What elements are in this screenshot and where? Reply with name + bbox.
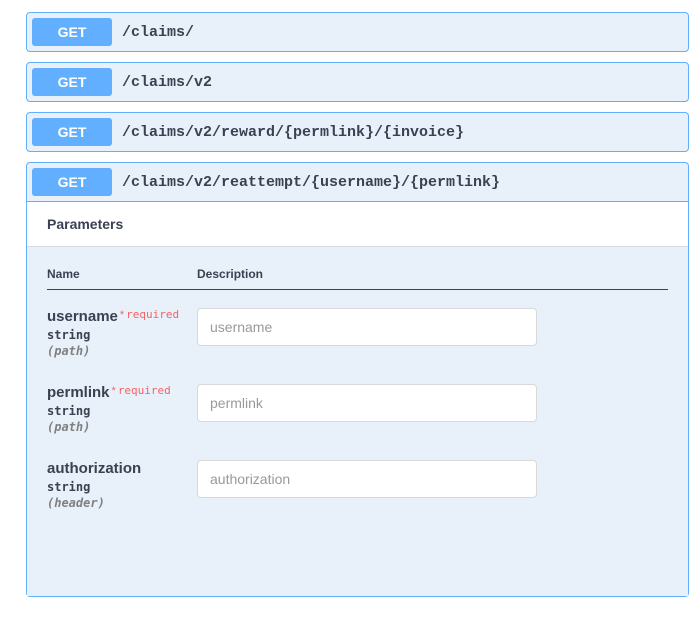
parameters-title: Parameters (27, 202, 688, 247)
endpoint-path: /claims/v2/reattempt/{username}/{permlin… (122, 174, 500, 191)
param-name: authorization (47, 460, 141, 477)
permlink-input[interactable] (197, 384, 537, 422)
param-row-username: username*required string (path) (47, 308, 668, 358)
method-badge: GET (32, 18, 112, 46)
method-badge: GET (32, 168, 112, 196)
authorization-input[interactable] (197, 460, 537, 498)
param-row-authorization: authorization string (header) (47, 460, 668, 510)
param-location: (path) (47, 420, 197, 434)
param-name: username (47, 308, 118, 325)
param-name-cell: username*required string (path) (47, 308, 197, 358)
param-name-cell: authorization string (header) (47, 460, 197, 510)
method-badge: GET (32, 118, 112, 146)
endpoint-body: Parameters Name Description username*req… (27, 201, 688, 596)
endpoint-row-claims-reward[interactable]: GET /claims/v2/reward/{permlink}/{invoic… (26, 112, 689, 152)
column-header-description: Description (197, 267, 263, 281)
param-name: permlink (47, 384, 110, 401)
required-label: required (118, 384, 171, 397)
username-input[interactable] (197, 308, 537, 346)
endpoint-row-claims[interactable]: GET /claims/ (26, 12, 689, 52)
endpoint-path: /claims/v2 (122, 74, 212, 91)
required-star-icon: * (120, 309, 124, 321)
param-location: (path) (47, 344, 197, 358)
endpoint-path: /claims/v2/reward/{permlink}/{invoice} (122, 124, 464, 141)
parameters-table-header: Name Description (47, 267, 668, 290)
endpoint-header[interactable]: GET /claims/ (27, 13, 688, 51)
endpoint-header[interactable]: GET /claims/v2 (27, 63, 688, 101)
param-type: string (47, 480, 197, 494)
param-desc-cell (197, 384, 537, 434)
param-desc-cell (197, 460, 537, 510)
required-label: required (126, 308, 179, 321)
param-desc-cell (197, 308, 537, 358)
param-type: string (47, 328, 197, 342)
endpoint-row-claims-v2[interactable]: GET /claims/v2 (26, 62, 689, 102)
endpoint-header[interactable]: GET /claims/v2/reattempt/{username}/{per… (27, 163, 688, 201)
param-row-permlink: permlink*required string (path) (47, 384, 668, 434)
endpoint-path: /claims/ (122, 24, 194, 41)
required-star-icon: * (112, 385, 116, 397)
method-badge: GET (32, 68, 112, 96)
param-location: (header) (47, 496, 197, 510)
column-header-name: Name (47, 267, 197, 281)
param-name-cell: permlink*required string (path) (47, 384, 197, 434)
param-type: string (47, 404, 197, 418)
endpoint-header[interactable]: GET /claims/v2/reward/{permlink}/{invoic… (27, 113, 688, 151)
endpoint-row-claims-reattempt: GET /claims/v2/reattempt/{username}/{per… (26, 162, 689, 597)
parameters-table: Name Description username*required strin… (27, 247, 688, 596)
